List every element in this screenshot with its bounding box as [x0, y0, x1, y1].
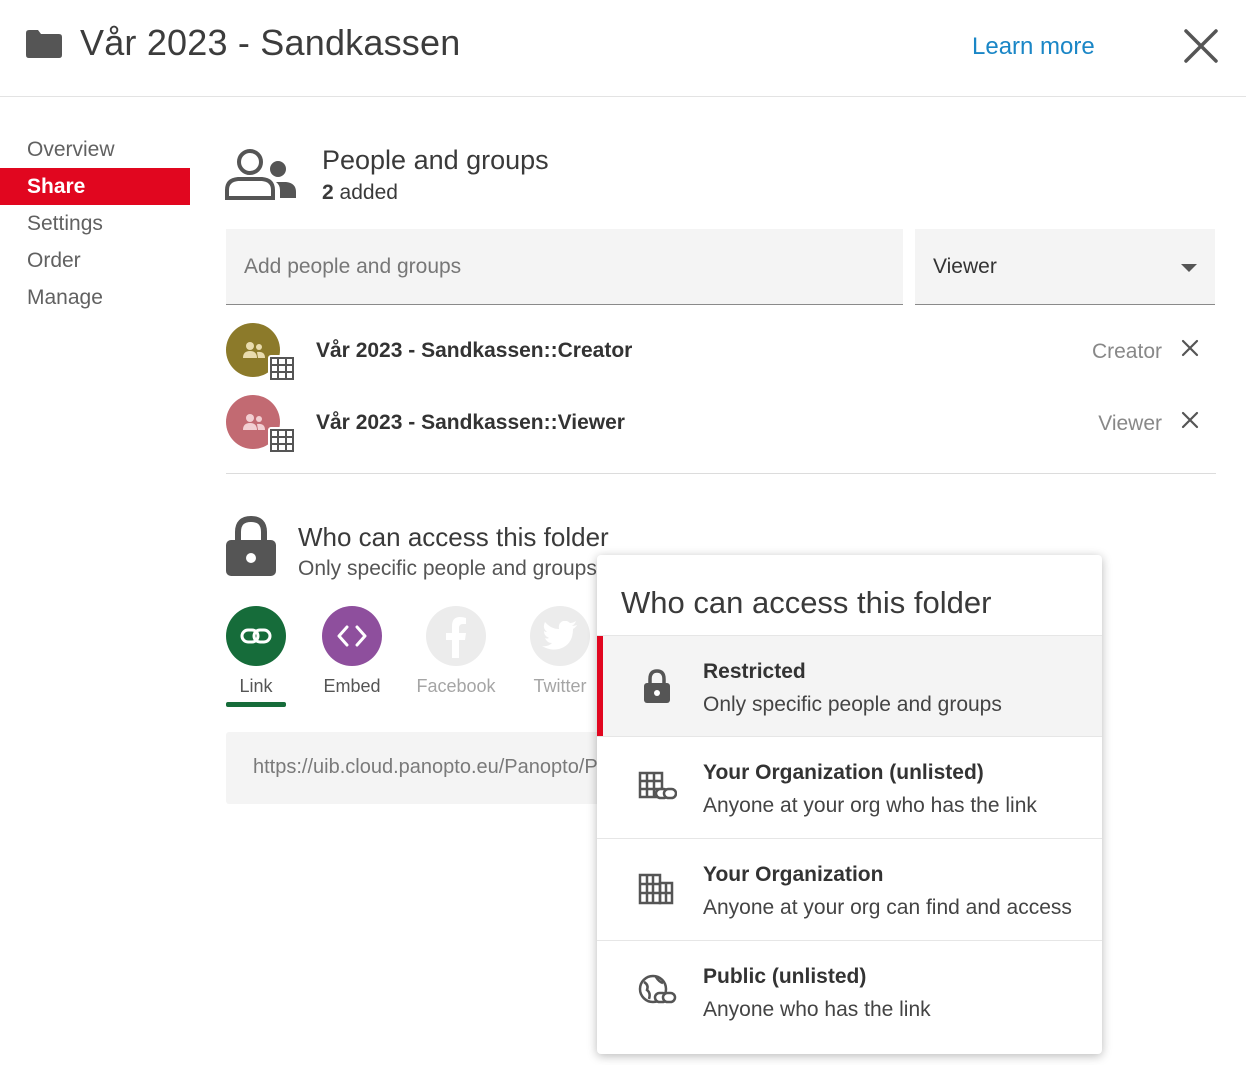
dropdown-title: Who can access this folder [621, 585, 992, 620]
member-role[interactable]: Creator [1092, 340, 1162, 364]
group-people-icon [243, 342, 265, 358]
embed-code-icon [337, 625, 367, 647]
link-icon [240, 628, 272, 644]
member-role[interactable]: Viewer [1098, 412, 1162, 436]
option-subtitle: Only specific people and groups [703, 693, 1002, 716]
option-title: Restricted [703, 660, 806, 683]
add-people-input[interactable] [226, 229, 903, 305]
building-link-icon [638, 771, 677, 800]
share-twitter-button[interactable]: Twitter [520, 606, 600, 697]
people-count-suffix: added [339, 181, 398, 204]
sidebar-item-share[interactable]: Share [0, 168, 190, 205]
share-facebook-circle [426, 606, 486, 666]
share-embed-button[interactable]: Embed [312, 606, 392, 697]
organization-building-icon [268, 355, 296, 381]
people-groups-title: People and groups [322, 145, 549, 175]
access-option-public-unlisted[interactable]: Public (unlisted) Anyone who has the lin… [597, 940, 1102, 1041]
close-icon[interactable] [1183, 28, 1219, 64]
people-count: 2 added [322, 181, 398, 205]
access-option-org-unlisted[interactable]: Your Organization (unlisted) Anyone at y… [597, 736, 1102, 837]
member-name: Vår 2023 - Sandkassen::Viewer [316, 411, 625, 434]
active-tab-indicator [226, 702, 286, 707]
access-option-org[interactable]: Your Organization Anyone at your org can… [597, 838, 1102, 939]
learn-more-link[interactable]: Learn more [972, 33, 1095, 61]
option-subtitle: Anyone at your org can find and access [703, 896, 1072, 919]
access-subtitle[interactable]: Only specific people and groups [298, 557, 597, 581]
organization-building-icon [268, 427, 296, 453]
group-people-icon [243, 414, 265, 430]
chevron-down-icon [1181, 264, 1197, 272]
lock-icon [644, 669, 670, 703]
access-title: Who can access this folder [298, 522, 609, 552]
member-name: Vår 2023 - Sandkassen::Creator [316, 339, 633, 362]
option-title: Your Organization [703, 863, 884, 886]
option-subtitle: Anyone at your org who has the link [703, 794, 1037, 817]
lock-icon [226, 515, 276, 576]
sidebar-nav: Overview Share Settings Order Manage [0, 131, 190, 316]
access-option-restricted[interactable]: Restricted Only specific people and grou… [597, 635, 1102, 736]
sidebar-item-order[interactable]: Order [0, 242, 190, 279]
twitter-icon [542, 621, 577, 650]
facebook-icon [446, 617, 466, 658]
page-title: Vår 2023 - Sandkassen [80, 22, 461, 63]
access-dropdown-menu: Who can access this folder Restricted On… [597, 555, 1102, 1054]
folder-icon [26, 30, 62, 58]
remove-member-icon[interactable] [1181, 411, 1199, 429]
people-groups-icon [225, 149, 296, 200]
section-divider [226, 473, 1216, 474]
share-url-field[interactable]: https://uib.cloud.panopto.eu/Panopto/Pag… [226, 732, 626, 804]
sidebar-item-settings[interactable]: Settings [0, 205, 190, 242]
remove-member-icon[interactable] [1181, 339, 1199, 357]
share-link-label: Link [239, 676, 273, 696]
share-embed-circle [322, 606, 382, 666]
member-row: Vår 2023 - Sandkassen::Creator Creator [226, 323, 1216, 383]
sidebar-item-overview[interactable]: Overview [0, 131, 190, 168]
share-twitter-circle [530, 606, 590, 666]
member-row: Vår 2023 - Sandkassen::Viewer Viewer [226, 395, 1216, 455]
people-count-number: 2 [322, 181, 334, 204]
share-facebook-label: Facebook [416, 676, 496, 696]
dialog-header: Vår 2023 - Sandkassen Learn more [0, 0, 1246, 97]
role-select[interactable]: Viewer [915, 229, 1215, 305]
share-link-circle [226, 606, 286, 666]
share-link-button[interactable]: Link [216, 606, 296, 697]
share-embed-label: Embed [323, 676, 381, 696]
globe-link-icon [638, 974, 677, 1004]
option-subtitle: Anyone who has the link [703, 998, 931, 1021]
sidebar-item-manage[interactable]: Manage [0, 279, 190, 316]
share-twitter-label: Twitter [533, 676, 587, 696]
share-url-text: https://uib.cloud.panopto.eu/Panopto/Pag… [253, 756, 626, 778]
role-select-value: Viewer [933, 255, 997, 278]
option-title: Your Organization (unlisted) [703, 761, 984, 784]
option-title: Public (unlisted) [703, 965, 867, 988]
building-icon [638, 873, 674, 905]
share-facebook-button[interactable]: Facebook [416, 606, 496, 697]
